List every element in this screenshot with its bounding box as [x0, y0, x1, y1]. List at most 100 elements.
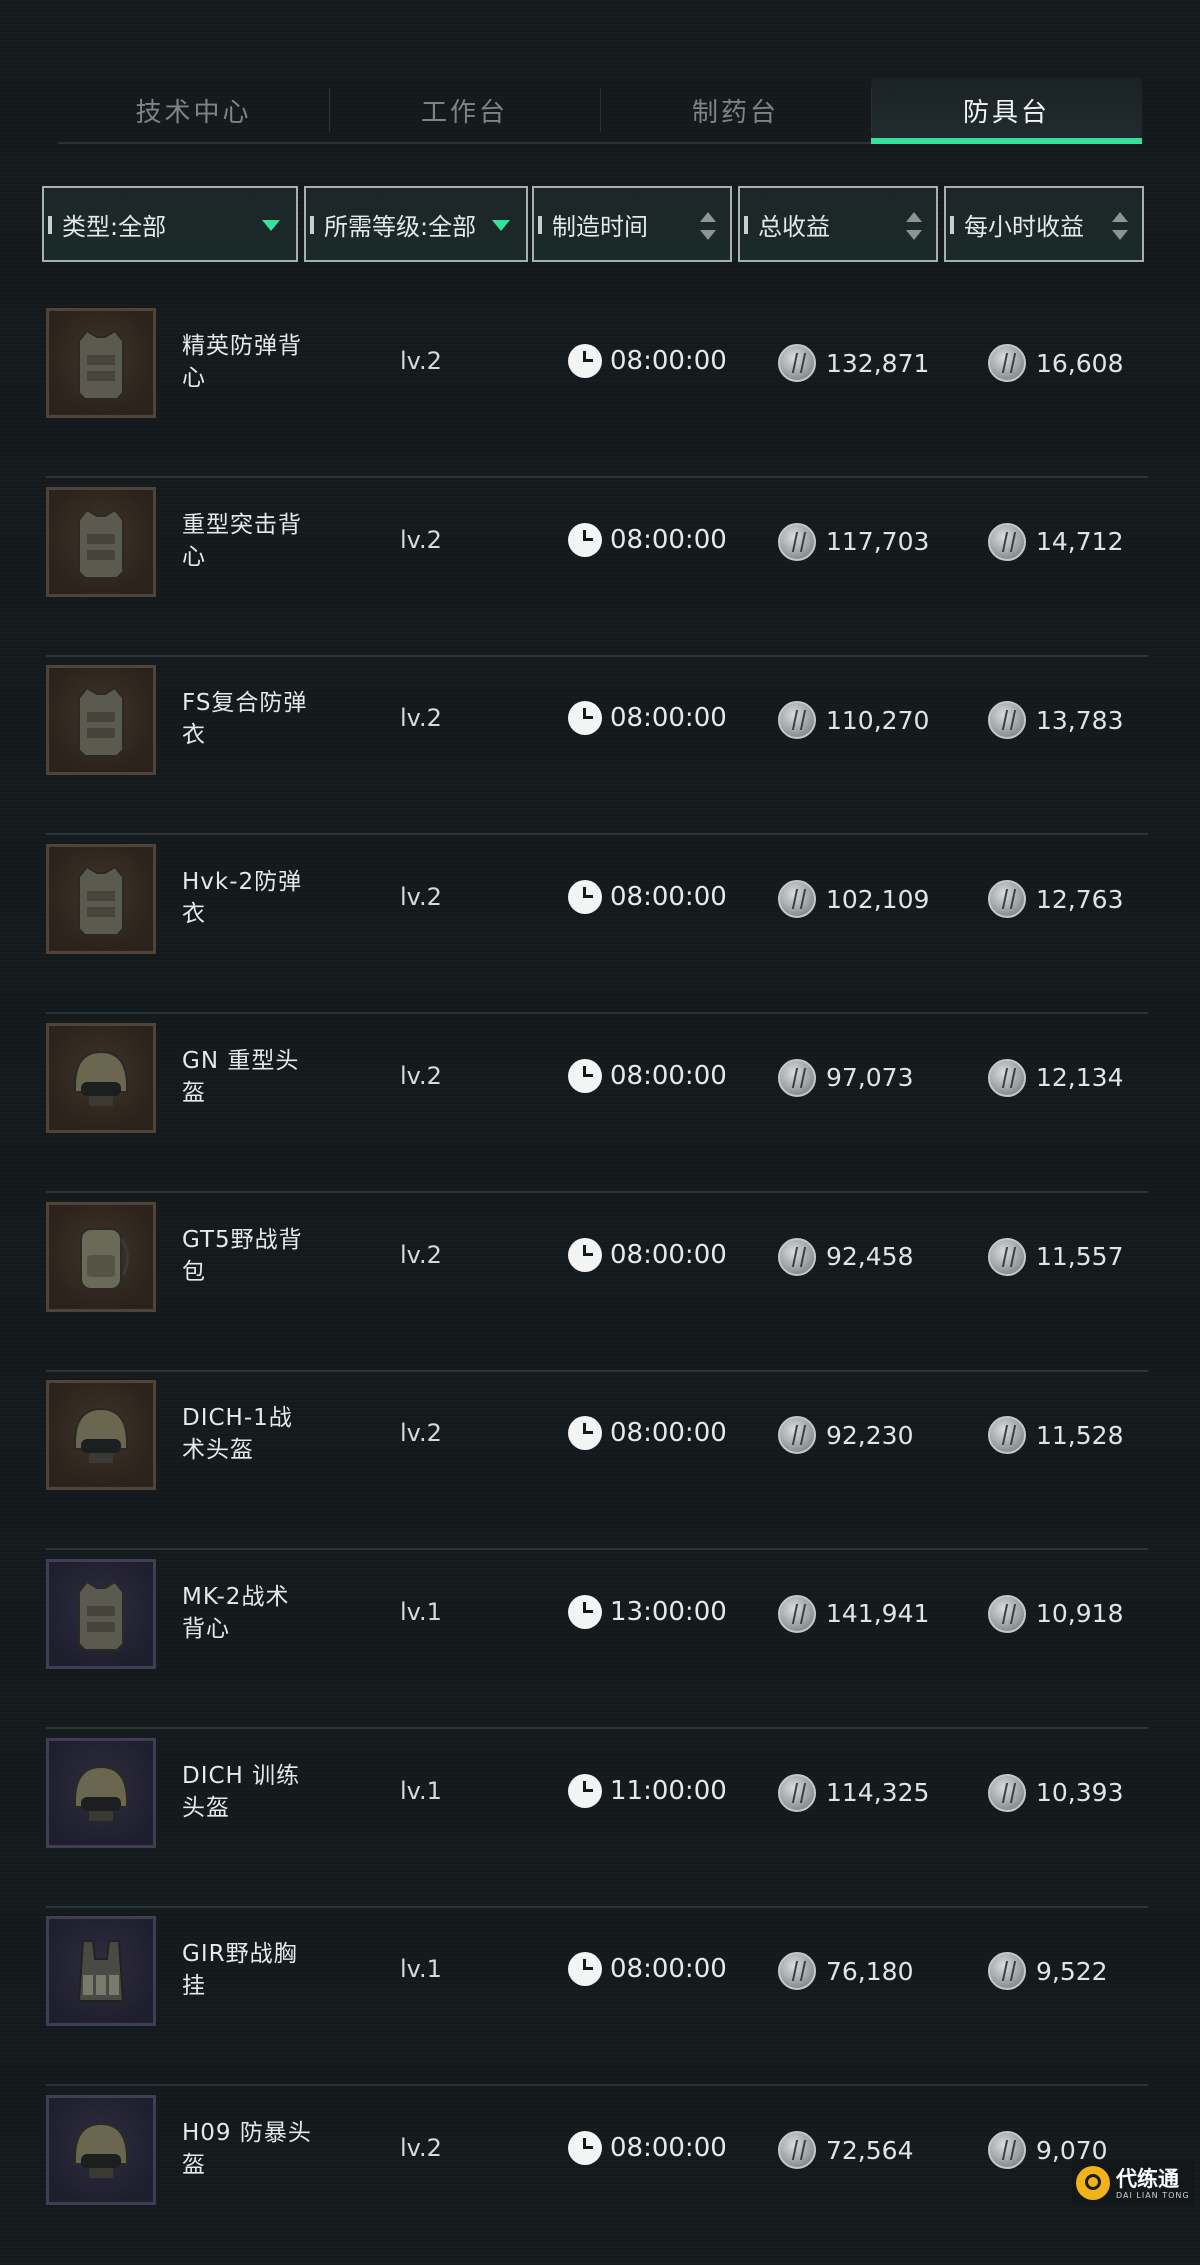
item-level: lv.1	[400, 1955, 442, 1984]
hourly-income: 14,712	[988, 522, 1123, 561]
coin-icon	[988, 1952, 1026, 1991]
clock-icon	[568, 880, 602, 915]
vest-icon	[78, 865, 124, 937]
helmet-icon	[74, 1408, 128, 1464]
total-income: 141,941	[778, 1594, 930, 1633]
chevron-down-icon	[492, 220, 510, 231]
item-thumbnail	[46, 665, 156, 776]
hourly-income-value: 10,918	[1036, 1599, 1124, 1629]
filter-bar: 类型:全部 所需等级:全部 制造时间 总收益 每小时收益	[0, 186, 1200, 266]
total-income: 92,458	[778, 1237, 914, 1276]
table-row[interactable]: FS复合防弹衣 lv.2 08:00:00 110,270 13,783	[46, 657, 1148, 836]
craft-time: 08:00:00	[568, 701, 727, 736]
row-divider	[46, 1369, 1148, 1372]
item-thumbnail	[46, 1201, 156, 1312]
table-row[interactable]: DICH-1战术头盔 lv.2 08:00:00 92,230 11,528	[46, 1372, 1148, 1551]
craft-time-sort[interactable]: 制造时间	[532, 186, 732, 262]
total-income: 117,703	[778, 522, 930, 561]
table-row[interactable]: DICH 训练头盔 lv.1 11:00:00 114,325 10,393	[46, 1730, 1148, 1908]
chest-rig-icon	[77, 1940, 125, 2003]
table-row[interactable]: GN 重型头盔 lv.2 08:00:00 97,073 12,134	[46, 1015, 1148, 1193]
coin-icon	[778, 1058, 816, 1097]
hourly-income-value: 13,783	[1036, 705, 1124, 735]
coin-icon	[988, 2131, 1026, 2169]
item-name: GT5野战背包	[182, 1226, 303, 1285]
item-name: Hvk-2防弹衣	[182, 869, 303, 928]
craft-time: 08:00:00	[568, 344, 727, 378]
total-income-sort[interactable]: 总收益	[738, 186, 938, 262]
hourly-income: 11,557	[988, 1237, 1123, 1276]
hourly-income: 12,134	[988, 1058, 1124, 1097]
craft-time-value: 08:00:00	[610, 2133, 727, 2163]
coin-icon	[988, 522, 1026, 561]
tab-workbench[interactable]: 工作台	[329, 78, 600, 142]
watermark-logo-icon	[1076, 2166, 1110, 2200]
table-row[interactable]: GT5野战背包 lv.2 08:00:00 92,458 11,557	[46, 1194, 1148, 1372]
hourly-income: 10,393	[988, 1773, 1123, 1812]
tab-pharmacy[interactable]: 制药台	[600, 78, 871, 142]
table-row[interactable]: 精英防弹背心 lv.2 08:00:00 132,871 16,608	[46, 300, 1148, 478]
table-row[interactable]: 重型突击背心 lv.2 08:00:00 117,703 14,712	[46, 479, 1148, 657]
table-row[interactable]: GIR野战胸挂 lv.1 08:00:00 76,180 9,522	[46, 1908, 1148, 2087]
item-thumbnail	[46, 1022, 156, 1133]
item-thumbnail	[46, 1558, 156, 1669]
item-name: H09 防暴头盔	[182, 2120, 312, 2178]
item-level: lv.2	[400, 704, 442, 733]
table-row[interactable]: H09 防暴头盔 lv.2 08:00:00 72,564 9,070	[46, 2087, 1148, 2265]
item-name: GIR野战胸挂	[182, 1941, 298, 2000]
total-income-value: 117,703	[826, 527, 930, 557]
vest-icon	[78, 329, 124, 400]
marker-icon	[48, 216, 52, 234]
item-name: 重型突击背心	[182, 511, 302, 570]
craft-time-value: 08:00:00	[610, 346, 727, 376]
tab-armor-bench[interactable]: 防具台	[871, 78, 1142, 144]
craft-time-value: 08:00:00	[610, 1239, 727, 1270]
craft-time: 13:00:00	[568, 1594, 727, 1629]
row-divider	[46, 1190, 1148, 1193]
craft-time-value: 08:00:00	[610, 1954, 727, 1985]
coin-icon	[988, 880, 1026, 919]
marker-icon	[538, 216, 542, 234]
hourly-income-value: 12,134	[1036, 1063, 1124, 1093]
sort-icon	[700, 212, 716, 240]
level-filter-dropdown[interactable]: 所需等级:全部	[304, 186, 528, 262]
type-filter-label: 类型:全部	[62, 212, 167, 241]
total-income-value: 76,180	[826, 1956, 914, 1986]
row-divider	[46, 833, 1148, 836]
clock-icon	[568, 1773, 602, 1808]
craft-time-value: 13:00:00	[610, 1596, 727, 1627]
total-income: 76,180	[778, 1952, 914, 1991]
hourly-income-value: 9,522	[1036, 1956, 1108, 1986]
item-level: lv.2	[400, 1240, 442, 1269]
backpack-icon	[80, 1227, 129, 1290]
hourly-income-sort[interactable]: 每小时收益	[944, 186, 1144, 262]
clock-icon	[568, 701, 602, 736]
total-income: 102,109	[778, 880, 930, 919]
item-level: lv.1	[400, 1597, 442, 1626]
type-filter-dropdown[interactable]: 类型:全部	[42, 186, 298, 262]
craft-time-value: 08:00:00	[610, 1060, 727, 1091]
item-level: lv.1	[400, 1776, 442, 1805]
tab-bar: 技术中心 工作台 制药台 防具台	[58, 78, 1142, 144]
item-thumbnail	[46, 844, 156, 955]
clock-icon	[568, 2131, 602, 2165]
table-row[interactable]: Hvk-2防弹衣 lv.2 08:00:00 102,109 12,763	[46, 836, 1148, 1015]
total-income-value: 92,458	[826, 1242, 914, 1271]
item-level: lv.2	[400, 2134, 442, 2162]
total-income-value: 97,073	[826, 1063, 914, 1093]
tab-tech-center[interactable]: 技术中心	[58, 78, 329, 142]
table-row[interactable]: MK-2战术背心 lv.1 13:00:00 141,941 10,918	[46, 1551, 1148, 1729]
coin-icon	[988, 701, 1026, 740]
level-filter-label: 所需等级:全部	[324, 212, 477, 241]
row-divider	[46, 1726, 1148, 1729]
craft-time: 08:00:00	[568, 1058, 727, 1093]
row-divider	[46, 654, 1148, 657]
total-income-value: 114,325	[826, 1778, 930, 1808]
hourly-income: 11,528	[988, 1416, 1123, 1455]
coin-icon	[988, 344, 1026, 382]
hourly-income-sort-label: 每小时收益	[964, 212, 1084, 241]
item-name: FS复合防弹衣	[182, 690, 308, 749]
total-income-value: 141,941	[826, 1599, 930, 1629]
hourly-income-value: 16,608	[1036, 348, 1124, 378]
total-income-value: 102,109	[826, 884, 930, 914]
